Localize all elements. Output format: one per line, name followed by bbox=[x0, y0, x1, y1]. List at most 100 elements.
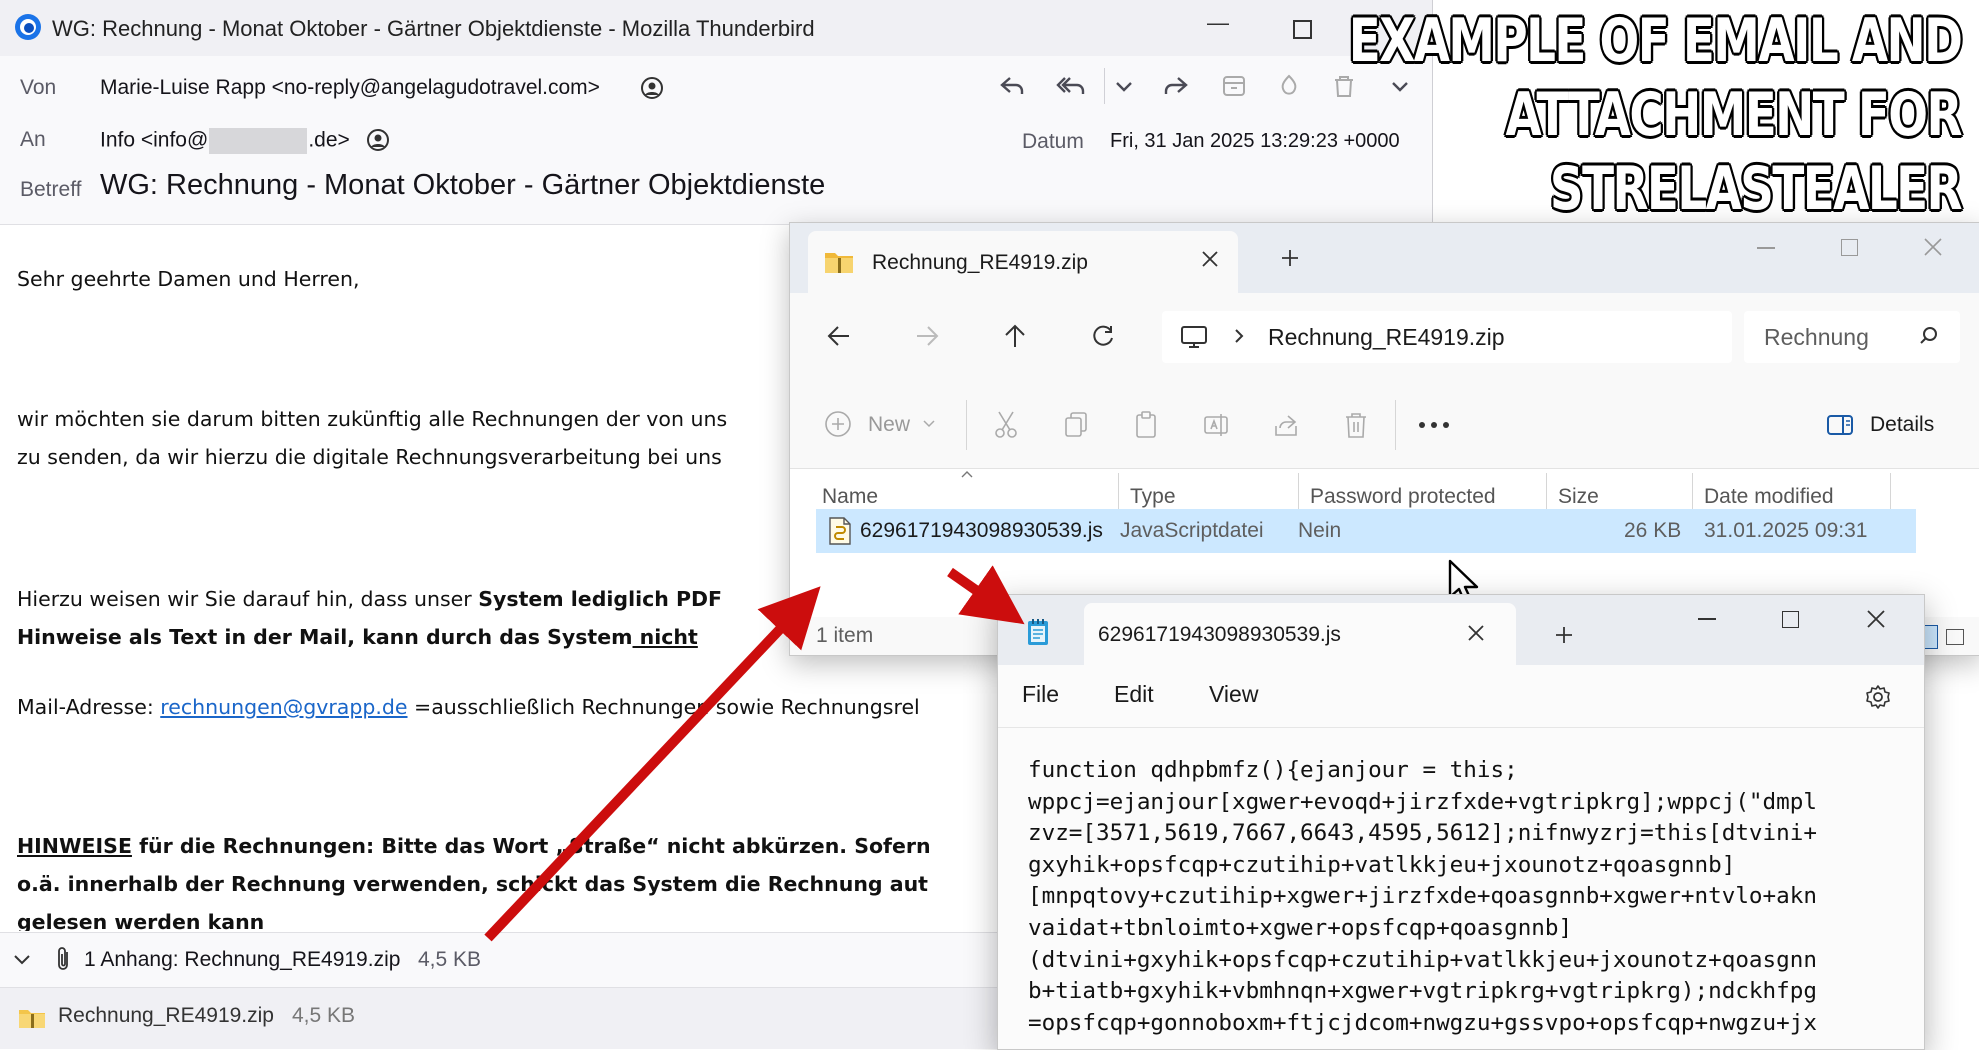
junk-icon[interactable] bbox=[1275, 72, 1303, 100]
close-tab-icon[interactable] bbox=[1466, 623, 1486, 643]
paragraph-1-line-2: zu senden, da wir hierzu die digitale Re… bbox=[17, 445, 722, 469]
minimize-button[interactable] bbox=[1698, 618, 1716, 620]
column-divider bbox=[1692, 473, 1693, 513]
explorer-tabbar: Rechnung_RE4919.zip bbox=[790, 223, 1979, 293]
notepad-window: 6296171943098930539.js File Edit View fu… bbox=[997, 594, 1925, 1050]
contact-icon[interactable] bbox=[640, 76, 664, 100]
p2-bold: System lediglich PDF bbox=[478, 587, 723, 611]
column-divider bbox=[1546, 473, 1547, 513]
to-value[interactable]: Info <info@ .de> bbox=[100, 128, 350, 154]
address-bar[interactable]: Rechnung_RE4919.zip bbox=[1162, 311, 1732, 363]
p4-underline: HINWEISE bbox=[17, 834, 132, 858]
settings-gear-icon[interactable] bbox=[1864, 683, 1892, 711]
p2-line2-bold: Hinweise als Text in der Mail, kann durc… bbox=[17, 625, 633, 649]
forward-icon[interactable] bbox=[1162, 72, 1190, 100]
cut-icon[interactable] bbox=[992, 410, 1020, 440]
close-button[interactable] bbox=[1923, 237, 1943, 257]
paperclip-icon bbox=[54, 945, 74, 973]
search-box[interactable]: Rechnung bbox=[1744, 311, 1960, 363]
close-tab-icon[interactable] bbox=[1200, 249, 1220, 269]
maximize-button[interactable] bbox=[1293, 20, 1312, 39]
greeting: Sehr geehrte Damen und Herren, bbox=[17, 267, 360, 291]
column-header-name[interactable]: Name bbox=[822, 485, 878, 509]
code-line: gxyhik+opsfcqp+czutihip+vatlkkjeu+jxouno… bbox=[1028, 851, 1736, 878]
p4-bold: für die Rechnungen: Bitte das Wort „Stra… bbox=[131, 834, 931, 858]
paste-icon[interactable] bbox=[1132, 410, 1160, 440]
p2-line2-underline: nicht bbox=[632, 625, 698, 649]
p4-line3: gelesen werden kann bbox=[17, 910, 265, 931]
to-label: An bbox=[20, 128, 46, 151]
column-header-password[interactable]: Password protected bbox=[1310, 485, 1496, 509]
file-name[interactable]: 6296171943098930539.js bbox=[860, 519, 1103, 543]
forward-arrow-icon[interactable] bbox=[914, 323, 940, 349]
archive-icon[interactable] bbox=[1220, 72, 1248, 100]
delete-icon[interactable] bbox=[1342, 410, 1370, 440]
date-value: Fri, 31 Jan 2025 13:29:23 +0000 bbox=[1110, 130, 1400, 152]
maximize-button[interactable] bbox=[1841, 239, 1858, 256]
attachment-summary: 1 Anhang: Rechnung_RE4919.zip bbox=[84, 948, 401, 971]
column-divider bbox=[1890, 473, 1891, 513]
menu-file[interactable]: File bbox=[1022, 681, 1059, 708]
more-options-icon[interactable] bbox=[1417, 420, 1451, 430]
date-label: Datum bbox=[1022, 130, 1084, 153]
column-header-size[interactable]: Size bbox=[1558, 485, 1599, 509]
chevron-down-icon[interactable] bbox=[922, 418, 936, 430]
message-header: Von Marie-Luise Rapp <no-reply@angelagud… bbox=[0, 56, 1432, 225]
redacted-domain bbox=[209, 128, 308, 154]
minimize-button[interactable]: — bbox=[1207, 10, 1229, 36]
notepad-tab[interactable]: 6296171943098930539.js bbox=[1084, 603, 1516, 665]
file-size: 26 KB bbox=[1624, 519, 1682, 542]
search-icon[interactable] bbox=[1918, 325, 1940, 347]
thunderbird-logo-icon bbox=[13, 12, 43, 42]
reply-icon[interactable] bbox=[998, 72, 1026, 100]
menu-view[interactable]: View bbox=[1209, 681, 1258, 708]
refresh-icon[interactable] bbox=[1090, 323, 1116, 349]
from-value[interactable]: Marie-Luise Rapp <no-reply@angelagudotra… bbox=[100, 76, 600, 100]
new-plus-icon[interactable] bbox=[824, 410, 852, 438]
chevron-down-icon[interactable] bbox=[1112, 74, 1136, 98]
window-title: WG: Rechnung - Monat Oktober - Gärtner O… bbox=[52, 16, 815, 41]
zip-folder-icon bbox=[824, 249, 854, 275]
paragraph-4-line-3: gelesen werden kann bbox=[17, 903, 264, 931]
more-chevron-icon[interactable] bbox=[1388, 74, 1412, 98]
code-line: wppcj=ejanjour[xgwer+evoqd+jirzfxde+vgtr… bbox=[1028, 788, 1817, 815]
paragraph-3: Mail-Adresse: rechnungen@gvrapp.de =auss… bbox=[17, 688, 920, 726]
explorer-tab[interactable]: Rechnung_RE4919.zip bbox=[808, 231, 1238, 293]
back-arrow-icon[interactable] bbox=[826, 323, 852, 349]
code-line: b+tiatb+gxyhik+vbmhnqn+xgwer+vgtripkrg+v… bbox=[1028, 978, 1817, 1005]
copy-icon[interactable] bbox=[1062, 410, 1090, 440]
rename-icon[interactable] bbox=[1202, 410, 1230, 440]
column-divider bbox=[1118, 473, 1119, 513]
notepad-tab-title: 6296171943098930539.js bbox=[1098, 623, 1341, 646]
new-button-label[interactable]: New bbox=[868, 413, 910, 437]
maximize-button[interactable] bbox=[1782, 611, 1799, 628]
column-header-date[interactable]: Date modified bbox=[1704, 485, 1834, 509]
column-header-type[interactable]: Type bbox=[1130, 485, 1176, 509]
attachment-size: 4,5 KB bbox=[292, 1004, 356, 1027]
minimize-button[interactable] bbox=[1757, 247, 1775, 249]
table-row[interactable]: 6296171943098930539.js JavaScriptdatei N… bbox=[816, 509, 1916, 553]
details-pane-icon[interactable] bbox=[1826, 414, 1854, 436]
menu-edit[interactable]: Edit bbox=[1114, 681, 1154, 708]
p4-line2: o.ä. innerhalb der Rechnung verwenden, s… bbox=[17, 872, 928, 896]
close-button[interactable] bbox=[1866, 609, 1886, 629]
up-arrow-icon[interactable] bbox=[1002, 323, 1028, 349]
share-icon[interactable] bbox=[1272, 410, 1300, 440]
delete-icon[interactable] bbox=[1330, 72, 1358, 100]
explorer-tab-title: Rechnung_RE4919.zip bbox=[872, 251, 1088, 274]
code-text-area[interactable]: function qdhpbmfz(){ejanjour = this; wppc… bbox=[1028, 755, 1908, 1039]
chevron-right-icon[interactable] bbox=[1232, 327, 1246, 345]
email-link[interactable]: rechnungen@gvrapp.de bbox=[160, 695, 407, 719]
toolbar-divider bbox=[966, 400, 967, 450]
new-tab-icon[interactable] bbox=[1280, 248, 1300, 268]
new-tab-icon[interactable] bbox=[1554, 625, 1574, 645]
attachment-name[interactable]: Rechnung_RE4919.zip bbox=[58, 1004, 274, 1028]
contact-icon[interactable] bbox=[366, 128, 390, 152]
reply-all-icon[interactable] bbox=[1055, 72, 1087, 100]
p2-normal: Hierzu weisen wir Sie darauf hin, dass u… bbox=[17, 587, 479, 611]
tiles-view-icon[interactable] bbox=[1946, 629, 1964, 645]
chevron-down-icon[interactable] bbox=[12, 949, 32, 969]
notepad-tabbar: 6296171943098930539.js bbox=[998, 595, 1924, 665]
paragraph-1-line-1: wir möchten sie darum bitten zukünftig a… bbox=[17, 407, 728, 431]
details-button-label[interactable]: Details bbox=[1870, 413, 1934, 437]
